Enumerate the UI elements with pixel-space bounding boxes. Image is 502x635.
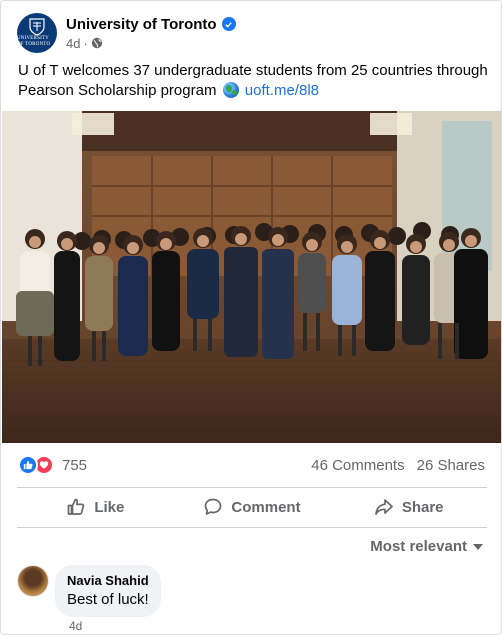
separator-dot: · (83, 35, 88, 51)
post-header: UNIVERSITY OF TORONTO University of Toro… (17, 13, 236, 53)
comment-author[interactable]: Navia Shahid (67, 573, 149, 588)
globe-icon (91, 37, 103, 49)
like-button-label: Like (94, 498, 125, 516)
reaction-count: 755 (62, 456, 88, 474)
earth-globe-emoji-icon (222, 81, 239, 98)
commenter-avatar[interactable] (17, 565, 49, 597)
share-button[interactable]: Share (330, 488, 487, 526)
comment-bubble-icon (205, 498, 222, 515)
verified-badge-icon (221, 17, 236, 31)
divider (17, 527, 487, 528)
comment-button-label: Comment (231, 498, 301, 516)
shares-count-link[interactable]: 26 Shares (417, 457, 485, 474)
university-logo-avatar[interactable]: UNIVERSITY OF TORONTO (17, 13, 57, 53)
comment-button[interactable]: Comment (174, 488, 331, 526)
crest-icon (29, 18, 45, 36)
group-photo-illustration (2, 111, 501, 443)
comment-item: Navia Shahid Best of luck! (17, 565, 161, 617)
logo-text: UNIVERSITY OF TORONTO (17, 36, 51, 47)
engagement-counts: 46 Comments 26 Shares (311, 457, 485, 474)
post-text: U of T welcomes 37 undergraduate student… (18, 61, 488, 100)
post-timestamp[interactable]: 4d (66, 36, 80, 51)
share-arrow-icon (374, 499, 393, 515)
sort-label: Most relevant (370, 538, 467, 555)
post-link[interactable]: uoft.me/8l8 (245, 82, 319, 99)
share-button-label: Share (401, 498, 444, 516)
comment-text: Best of luck! (67, 591, 149, 608)
comment-bubble: Navia Shahid Best of luck! (55, 565, 161, 617)
thumbs-up-icon (67, 498, 85, 515)
caret-down-icon (473, 543, 483, 550)
comments-count-link[interactable]: 46 Comments (311, 457, 404, 474)
comment-sort-dropdown[interactable]: Most relevant (370, 538, 483, 555)
like-button[interactable]: Like (17, 488, 174, 526)
action-bar: Like Comment Share (17, 488, 487, 526)
page-name[interactable]: University of Toronto (66, 16, 217, 33)
like-reaction-icon (18, 455, 38, 475)
post-photo[interactable] (2, 111, 501, 443)
reaction-summary[interactable]: 755 (18, 455, 87, 475)
comment-timestamp[interactable]: 4d (69, 619, 82, 633)
facebook-post-card: UNIVERSITY OF TORONTO University of Toro… (0, 0, 502, 635)
